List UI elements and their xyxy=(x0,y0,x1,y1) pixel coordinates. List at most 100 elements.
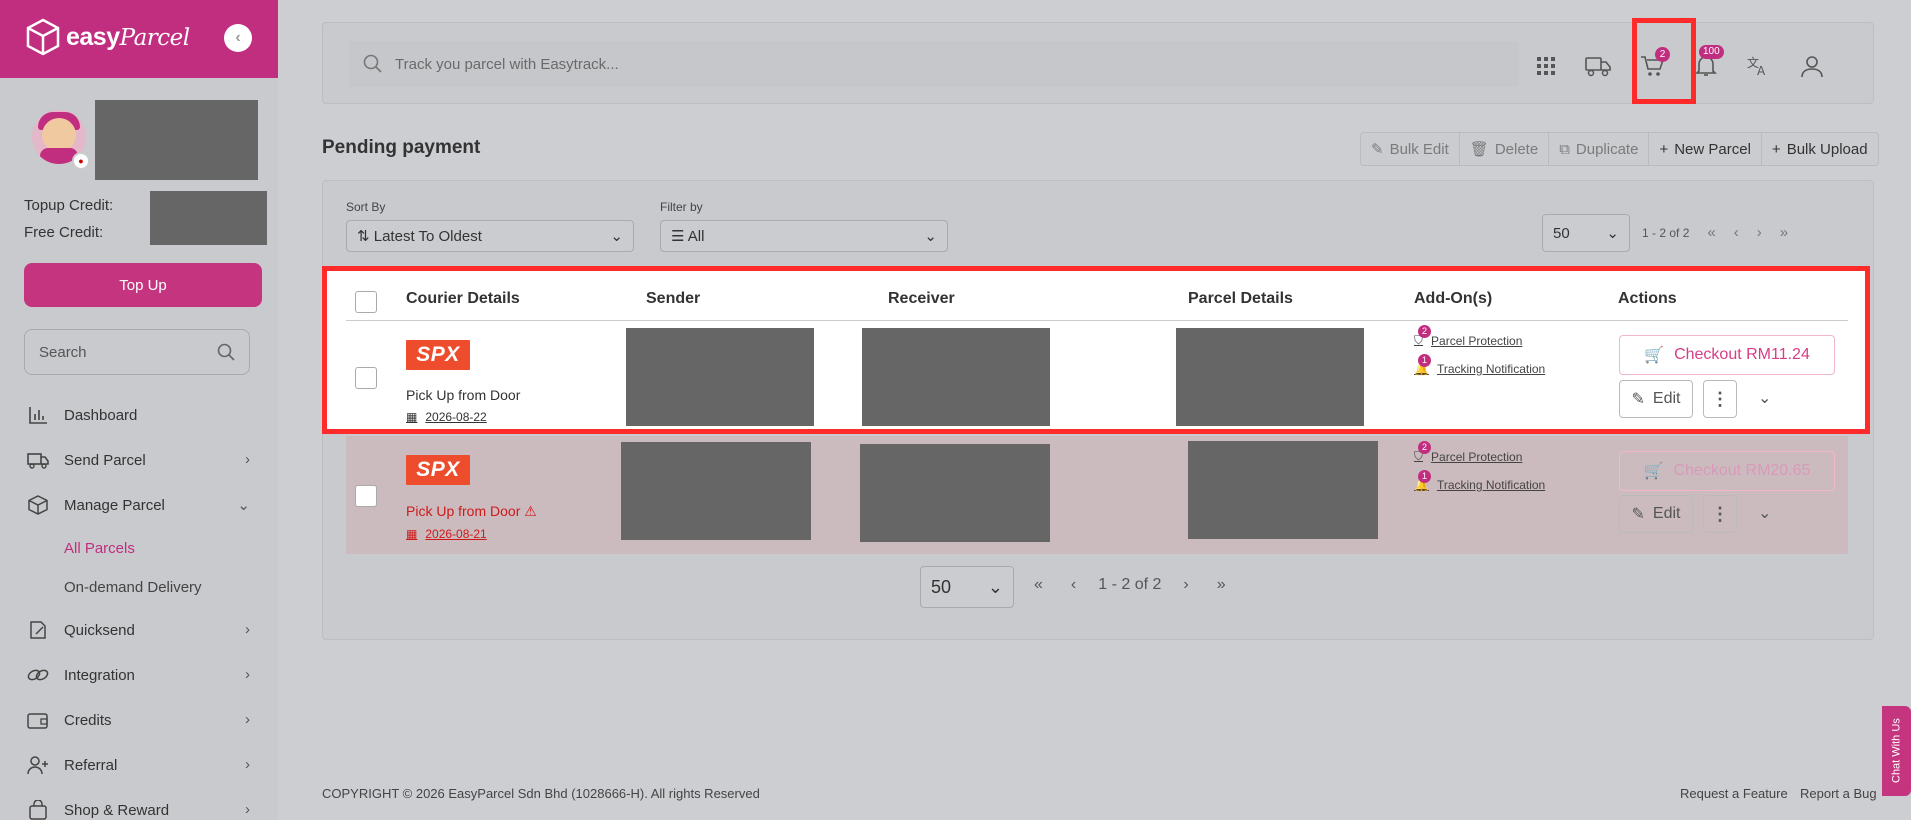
chevron-down-icon: ⌄ xyxy=(924,228,937,245)
last-page-icon[interactable]: » xyxy=(1780,224,1788,241)
pickup-date[interactable]: ▦ 2026-08-21 xyxy=(406,527,487,541)
sort-by-select[interactable]: ⇅ Latest To Oldest ⌄ xyxy=(346,220,634,252)
apps-grid-icon[interactable] xyxy=(1531,51,1561,81)
edit-icon: ✎ xyxy=(1631,506,1645,523)
prev-page-icon[interactable]: ‹ xyxy=(1071,576,1076,594)
copyright-text: COPYRIGHT © 2026 EasyParcel Sdn Bhd (102… xyxy=(322,786,760,801)
column-header-sender: Sender xyxy=(646,290,701,307)
addon-tracking-notification[interactable]: 🔔 Tracking Notification 1 xyxy=(1414,354,1545,376)
checkout-button[interactable]: 🛒 Checkout RM11.24 xyxy=(1619,335,1835,375)
avatar[interactable]: ● xyxy=(32,110,90,172)
brand-name: easyParcel xyxy=(66,22,190,51)
pickup-date[interactable]: ▦ 2026-08-22 xyxy=(406,410,487,424)
chat-with-us-button[interactable]: Chat With Us xyxy=(1882,706,1911,796)
addon-tracking-notification[interactable]: 🔔 Tracking Notification 1 xyxy=(1414,470,1545,492)
next-page-icon[interactable]: › xyxy=(1183,576,1188,594)
checkout-button[interactable]: 🛒 Checkout RM20.65 xyxy=(1619,451,1835,491)
next-page-icon[interactable]: › xyxy=(1757,224,1762,241)
sidebar-item-referral[interactable]: Referral › xyxy=(26,750,250,780)
addon-parcel-protection[interactable]: ⛉ Parcel Protection 2 xyxy=(1414,325,1522,348)
bulk-edit-button[interactable]: ✎ Bulk Edit xyxy=(1361,133,1460,165)
collapse-sidebar-button[interactable]: ‹ xyxy=(224,24,252,52)
sidebar-item-on-demand-delivery[interactable]: On-demand Delivery xyxy=(64,579,202,596)
sort-by-label: Sort By xyxy=(346,200,386,214)
plus-icon: + xyxy=(1659,140,1669,158)
addon-count-badge: 2 xyxy=(1418,441,1431,454)
column-header-parcel: Parcel Details xyxy=(1188,290,1293,307)
sidebar-item-quicksend[interactable]: Quicksend › xyxy=(26,615,250,645)
spx-courier-logo: SPX xyxy=(406,455,470,485)
delivery-truck-icon[interactable] xyxy=(1583,51,1613,81)
svg-text:A: A xyxy=(1757,64,1766,77)
redacted-parcel-details xyxy=(1176,328,1364,426)
redacted-sender xyxy=(621,442,811,540)
pagination-bottom: « ‹ 1 - 2 of 2 › » xyxy=(1034,576,1226,594)
sidebar-item-manage-parcel[interactable]: Manage Parcel ⌄ xyxy=(26,490,250,520)
top-up-button[interactable]: Top Up xyxy=(24,263,262,307)
first-page-icon[interactable]: « xyxy=(1034,576,1043,594)
sidebar: easyParcel ‹ ● Topup Credit: Free Credit… xyxy=(0,0,278,820)
user-profile-icon[interactable] xyxy=(1797,51,1827,81)
edit-button[interactable]: ✎ Edit xyxy=(1619,380,1693,418)
redacted-parcel-details xyxy=(1188,441,1378,539)
easytrack-search-input[interactable]: Track you parcel with Easytrack... xyxy=(349,41,1519,87)
page-size-select-bottom[interactable]: 50 ⌄ xyxy=(920,566,1014,608)
pickup-method: Pick Up from Door ⚠ xyxy=(406,503,537,519)
page-title: Pending payment xyxy=(322,137,481,158)
sidebar-item-dashboard[interactable]: Dashboard xyxy=(26,400,250,430)
sidebar-item-shop-reward[interactable]: Shop & Reward › xyxy=(26,795,250,820)
calendar-icon: ▦ xyxy=(406,527,418,541)
new-parcel-button[interactable]: + New Parcel xyxy=(1649,133,1762,165)
sidebar-item-all-parcels[interactable]: All Parcels xyxy=(64,540,135,557)
redacted-credit-values xyxy=(150,191,267,245)
delete-button[interactable]: 🗑 Delete xyxy=(1460,133,1550,165)
edit-icon: ✎ xyxy=(1631,391,1645,408)
last-page-icon[interactable]: » xyxy=(1217,576,1226,594)
chevron-down-icon: ⌄ xyxy=(237,497,250,514)
more-options-button[interactable]: ⋮ xyxy=(1703,380,1737,418)
pagination-top: 1 - 2 of 2 « ‹ › » xyxy=(1642,224,1789,241)
column-header-actions: Actions xyxy=(1618,290,1677,307)
chevron-down-icon: ⌄ xyxy=(987,576,1003,597)
page-size-select-top[interactable]: 50 ⌄ xyxy=(1542,214,1630,252)
cart-highlight-box xyxy=(1632,18,1696,104)
sidebar-item-credits[interactable]: Credits › xyxy=(26,705,250,735)
sidebar-item-integration[interactable]: Integration › xyxy=(26,660,250,690)
language-translate-icon[interactable]: 文A xyxy=(1743,51,1773,81)
prev-page-icon[interactable]: ‹ xyxy=(1734,224,1739,241)
edit-button[interactable]: ✎ Edit xyxy=(1619,495,1693,533)
sidebar-search-input[interactable]: Search xyxy=(24,329,250,375)
bar-chart-icon xyxy=(26,404,50,426)
list-icon: ☰ xyxy=(671,228,688,245)
request-feature-link[interactable]: Request a Feature xyxy=(1680,786,1788,801)
warning-icon: ⚠ xyxy=(524,503,537,519)
notification-count-badge: 100 xyxy=(1699,45,1724,59)
more-options-button[interactable]: ⋮ xyxy=(1703,495,1737,533)
redacted-sender xyxy=(626,328,814,426)
bulk-upload-button[interactable]: + Bulk Upload xyxy=(1762,133,1878,165)
redacted-account-info xyxy=(95,100,258,180)
brand-logo[interactable]: easyParcel xyxy=(26,18,190,56)
row-checkbox[interactable] xyxy=(355,367,377,389)
cart-icon: 🛒 xyxy=(1643,463,1664,480)
row-checkbox[interactable] xyxy=(355,485,377,507)
search-icon xyxy=(363,54,382,73)
free-credit-label: Free Credit: xyxy=(24,224,104,241)
expand-row-chevron-icon[interactable]: ⌄ xyxy=(1758,388,1771,408)
redacted-receiver xyxy=(862,328,1050,426)
duplicate-button[interactable]: ⧉ Duplicate xyxy=(1549,133,1650,165)
addon-parcel-protection[interactable]: ⛉ Parcel Protection 2 xyxy=(1414,441,1522,464)
select-all-checkbox[interactable] xyxy=(355,291,377,313)
first-page-icon[interactable]: « xyxy=(1707,224,1715,241)
pencil-icon: ✎ xyxy=(1371,141,1384,158)
column-header-courier: Courier Details xyxy=(406,290,520,307)
chevron-down-icon: ⌄ xyxy=(610,228,623,245)
filter-by-label: Filter by xyxy=(660,200,703,214)
sidebar-item-send-parcel[interactable]: Send Parcel › xyxy=(26,445,250,475)
brand-header: easyParcel ‹ xyxy=(0,0,278,78)
report-bug-link[interactable]: Report a Bug xyxy=(1800,786,1877,801)
expand-row-chevron-icon[interactable]: ⌄ xyxy=(1758,503,1771,523)
chevron-right-icon: › xyxy=(245,801,250,818)
truck-icon xyxy=(26,449,50,471)
filter-by-select[interactable]: ☰ All ⌄ xyxy=(660,220,948,252)
